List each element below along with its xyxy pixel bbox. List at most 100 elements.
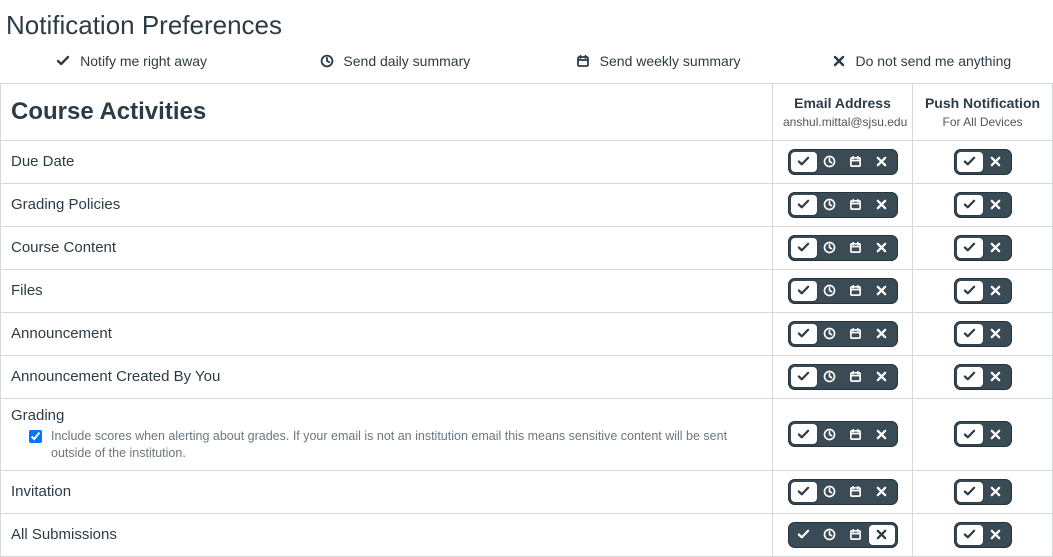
email-daily-button[interactable] bbox=[817, 195, 843, 215]
push-never-button[interactable] bbox=[983, 152, 1009, 172]
email-daily-button[interactable] bbox=[817, 367, 843, 387]
email-weekly-button[interactable] bbox=[843, 525, 869, 545]
email-weekly-button[interactable] bbox=[843, 482, 869, 502]
push-group[interactable] bbox=[954, 192, 1012, 218]
push-group[interactable] bbox=[954, 321, 1012, 347]
email-immediately-button[interactable] bbox=[791, 424, 817, 444]
row-label: All Submissions bbox=[11, 526, 762, 543]
pref-row: Due Date bbox=[1, 140, 1053, 183]
email-never-button[interactable] bbox=[869, 152, 895, 172]
include-scores-checkbox[interactable] bbox=[29, 430, 42, 443]
row-label: Due Date bbox=[11, 153, 762, 170]
email-group[interactable] bbox=[788, 364, 898, 390]
email-cell bbox=[773, 140, 913, 183]
email-immediately-button[interactable] bbox=[791, 152, 817, 172]
push-cell bbox=[913, 312, 1053, 355]
email-weekly-button[interactable] bbox=[843, 367, 869, 387]
push-group[interactable] bbox=[954, 364, 1012, 390]
push-immediately-button[interactable] bbox=[957, 324, 983, 344]
row-label-cell: All Submissions bbox=[1, 513, 773, 556]
push-cell bbox=[913, 355, 1053, 398]
push-group[interactable] bbox=[954, 235, 1012, 261]
email-immediately-button[interactable] bbox=[791, 367, 817, 387]
push-never-button[interactable] bbox=[983, 367, 1009, 387]
push-never-button[interactable] bbox=[983, 238, 1009, 258]
row-label-cell: Announcement bbox=[1, 312, 773, 355]
push-immediately-button[interactable] bbox=[957, 238, 983, 258]
email-daily-button[interactable] bbox=[817, 281, 843, 301]
row-label: Announcement Created By You bbox=[11, 368, 762, 385]
push-immediately-button[interactable] bbox=[957, 367, 983, 387]
push-group[interactable] bbox=[954, 149, 1012, 175]
pref-row: Course Content bbox=[1, 226, 1053, 269]
push-never-button[interactable] bbox=[983, 195, 1009, 215]
email-daily-button[interactable] bbox=[817, 238, 843, 258]
push-immediately-button[interactable] bbox=[957, 152, 983, 172]
email-never-button[interactable] bbox=[869, 281, 895, 301]
row-label: Grading Policies bbox=[11, 196, 762, 213]
pref-row: GradingInclude scores when alerting abou… bbox=[1, 398, 1053, 470]
email-group[interactable] bbox=[788, 421, 898, 447]
email-immediately-button[interactable] bbox=[791, 482, 817, 502]
push-never-button[interactable] bbox=[983, 482, 1009, 502]
email-group[interactable] bbox=[788, 149, 898, 175]
push-cell bbox=[913, 140, 1053, 183]
email-weekly-button[interactable] bbox=[843, 424, 869, 444]
email-immediately-button[interactable] bbox=[791, 281, 817, 301]
push-never-button[interactable] bbox=[983, 424, 1009, 444]
email-group[interactable] bbox=[788, 192, 898, 218]
row-label-cell: Announcement Created By You bbox=[1, 355, 773, 398]
email-weekly-button[interactable] bbox=[843, 238, 869, 258]
email-never-button[interactable] bbox=[869, 367, 895, 387]
email-group[interactable] bbox=[788, 479, 898, 505]
legend-immediately: Notify me right away bbox=[0, 53, 263, 71]
push-never-button[interactable] bbox=[983, 525, 1009, 545]
col-email-title: Email Address bbox=[783, 95, 902, 111]
email-daily-button[interactable] bbox=[817, 152, 843, 172]
email-daily-button[interactable] bbox=[817, 424, 843, 444]
email-daily-button[interactable] bbox=[817, 525, 843, 545]
col-email-sub: anshul.mittal@sjsu.edu bbox=[783, 115, 907, 129]
pref-row: Grading Policies bbox=[1, 183, 1053, 226]
email-immediately-button[interactable] bbox=[791, 525, 817, 545]
email-never-button[interactable] bbox=[869, 525, 895, 545]
column-header-email: Email Address anshul.mittal@sjsu.edu bbox=[773, 83, 913, 140]
email-never-button[interactable] bbox=[869, 482, 895, 502]
push-group[interactable] bbox=[954, 522, 1012, 548]
push-group[interactable] bbox=[954, 278, 1012, 304]
email-group[interactable] bbox=[788, 278, 898, 304]
email-immediately-button[interactable] bbox=[791, 238, 817, 258]
email-immediately-button[interactable] bbox=[791, 195, 817, 215]
push-never-button[interactable] bbox=[983, 281, 1009, 301]
email-group[interactable] bbox=[788, 321, 898, 347]
email-immediately-button[interactable] bbox=[791, 324, 817, 344]
preferences-table: Course Activities Email Address anshul.m… bbox=[0, 83, 1053, 557]
legend-never-label: Do not send me anything bbox=[855, 53, 1011, 69]
email-cell bbox=[773, 470, 913, 513]
column-header-push: Push Notification For All Devices bbox=[913, 83, 1053, 140]
row-label-cell: GradingInclude scores when alerting abou… bbox=[1, 398, 773, 470]
email-never-button[interactable] bbox=[869, 238, 895, 258]
push-group[interactable] bbox=[954, 421, 1012, 447]
push-immediately-button[interactable] bbox=[957, 281, 983, 301]
push-never-button[interactable] bbox=[983, 324, 1009, 344]
email-group[interactable] bbox=[788, 522, 898, 548]
email-never-button[interactable] bbox=[869, 424, 895, 444]
email-daily-button[interactable] bbox=[817, 324, 843, 344]
email-weekly-button[interactable] bbox=[843, 324, 869, 344]
row-label-cell: Course Content bbox=[1, 226, 773, 269]
email-never-button[interactable] bbox=[869, 324, 895, 344]
email-weekly-button[interactable] bbox=[843, 195, 869, 215]
email-group[interactable] bbox=[788, 235, 898, 261]
push-immediately-button[interactable] bbox=[957, 195, 983, 215]
row-label-cell: Invitation bbox=[1, 470, 773, 513]
push-cell bbox=[913, 269, 1053, 312]
email-daily-button[interactable] bbox=[817, 482, 843, 502]
email-weekly-button[interactable] bbox=[843, 152, 869, 172]
email-never-button[interactable] bbox=[869, 195, 895, 215]
push-immediately-button[interactable] bbox=[957, 424, 983, 444]
push-immediately-button[interactable] bbox=[957, 482, 983, 502]
push-immediately-button[interactable] bbox=[957, 525, 983, 545]
push-group[interactable] bbox=[954, 479, 1012, 505]
email-weekly-button[interactable] bbox=[843, 281, 869, 301]
